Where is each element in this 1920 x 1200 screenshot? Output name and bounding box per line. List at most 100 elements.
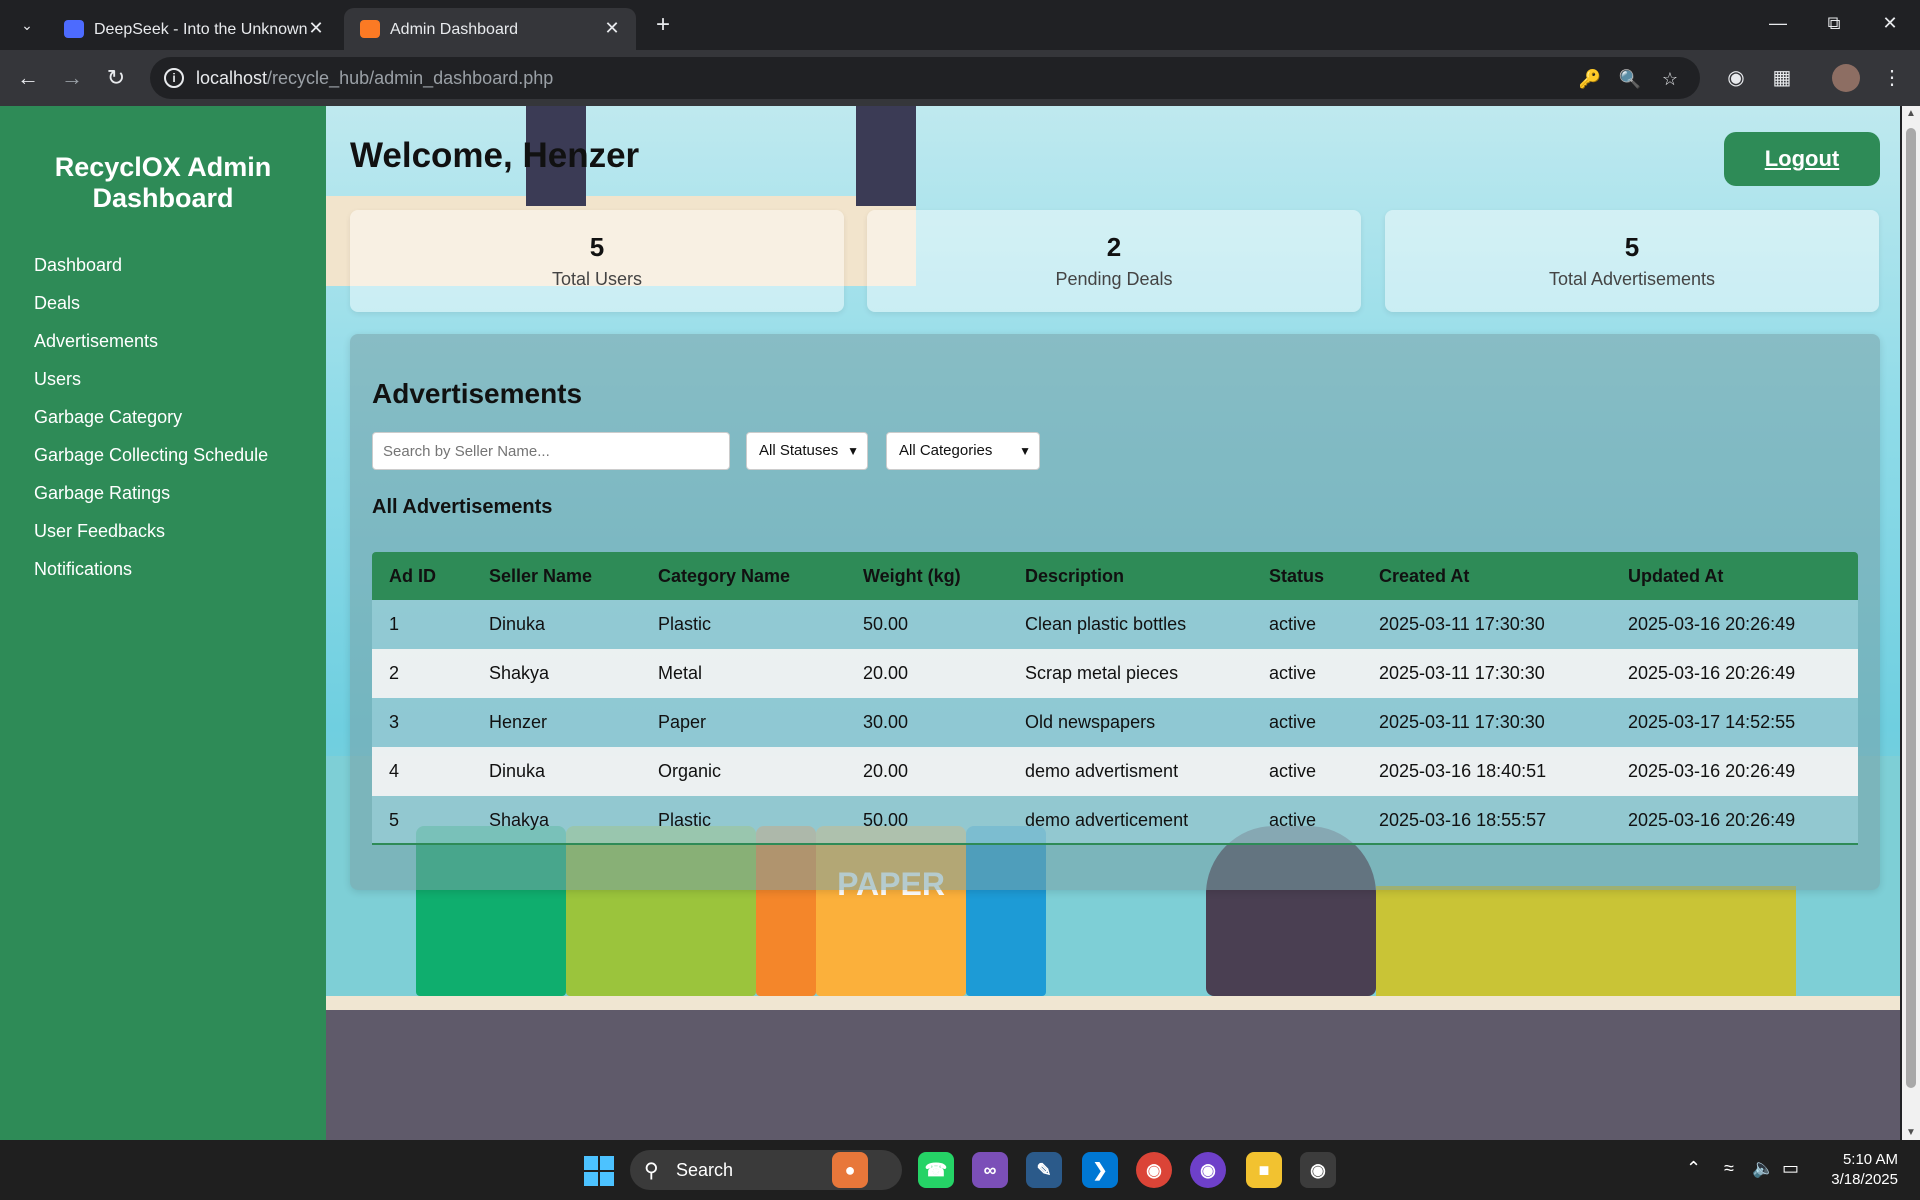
status-filter-select[interactable]: All Statuses ▼ xyxy=(746,432,868,470)
table-cell: Dinuka xyxy=(489,614,546,634)
table-header: Ad ID Seller Name Category Name Weight (… xyxy=(372,552,1858,600)
chrome-active-icon[interactable]: ◉ xyxy=(1300,1152,1336,1188)
site-info-icon[interactable]: i xyxy=(164,68,184,88)
more-menu-icon[interactable]: ⋮ xyxy=(1878,64,1906,92)
advertisements-heading: Advertisements xyxy=(372,378,583,409)
category-filter-value: All Categories xyxy=(899,442,993,459)
main-content: PAPER Welcome, Henzer Logout 5 Total Use… xyxy=(326,106,1900,1140)
sidebar-nav: Dashboard Deals Advertisements Users Gar… xyxy=(34,246,268,588)
visual-studio-icon[interactable]: ∞ xyxy=(972,1152,1008,1188)
column-header: Ad ID xyxy=(389,566,436,586)
speaker-icon[interactable]: 🔈 xyxy=(1752,1158,1774,1179)
browser-toolbar: ← → ↻ i localhost/recycle_hub/admin_dash… xyxy=(0,50,1920,106)
reload-icon[interactable]: ↻ xyxy=(102,64,130,92)
incognito-profile-icon[interactable]: ◉ xyxy=(1722,64,1750,92)
deepseek-whale-icon xyxy=(64,20,84,38)
tab-search-chevron-icon[interactable]: ⌄ xyxy=(14,12,40,38)
sidebar-item-dashboard[interactable]: Dashboard xyxy=(34,246,268,284)
category-filter-select[interactable]: All Categories ▼ xyxy=(886,432,1040,470)
profile-avatar[interactable] xyxy=(1832,64,1860,92)
bookmark-star-icon[interactable]: ☆ xyxy=(1658,67,1682,91)
close-icon[interactable]: ✕ xyxy=(304,16,328,40)
sidebar-item-garbage-ratings[interactable]: Garbage Ratings xyxy=(34,474,268,512)
table-cell: 4 xyxy=(389,761,400,781)
stat-value: 2 xyxy=(1106,232,1122,262)
advertisements-table: Ad ID Seller Name Category Name Weight (… xyxy=(372,552,1858,845)
page-scrollbar[interactable]: ▲ ▼ xyxy=(1902,106,1920,1140)
github-desktop-icon[interactable]: ◉ xyxy=(1190,1152,1226,1188)
scroll-down-arrow-icon[interactable]: ▼ xyxy=(1902,1127,1920,1138)
column-header: Updated At xyxy=(1628,566,1724,586)
zoom-icon[interactable]: 🔍 xyxy=(1618,67,1642,91)
wifi-icon[interactable]: ≈ xyxy=(1724,1158,1734,1179)
table-cell: 5 xyxy=(389,810,400,830)
seller-search-input[interactable] xyxy=(372,432,730,470)
table-cell: active xyxy=(1269,761,1317,781)
sidebar-item-advertisements[interactable]: Advertisements xyxy=(34,322,268,360)
window-close-icon[interactable]: ✕ xyxy=(1870,8,1910,38)
minimize-icon[interactable]: — xyxy=(1758,8,1798,38)
column-header: Category Name xyxy=(658,566,791,586)
tray-overflow-chevron-icon[interactable]: ⌃ xyxy=(1686,1158,1701,1179)
basketball-widget-icon[interactable]: ● xyxy=(832,1152,868,1188)
whatsapp-icon[interactable]: ☎ xyxy=(918,1152,954,1188)
table-cell: 1 xyxy=(389,614,400,634)
table-cell: Shakya xyxy=(489,663,550,683)
sidebar: RecyclOX Admin Dashboard Dashboard Deals… xyxy=(0,106,326,1140)
table-cell: 2025-03-11 17:30:30 xyxy=(1379,712,1545,732)
stat-card-pending-deals: 2 Pending Deals xyxy=(867,210,1361,312)
chrome-icon[interactable]: ◉ xyxy=(1136,1152,1172,1188)
stat-label: Total Advertisements xyxy=(1548,269,1716,289)
address-bar[interactable]: i localhost/recycle_hub/admin_dashboard.… xyxy=(150,57,1700,99)
tab-deepseek[interactable]: DeepSeek - Into the Unknown ✕ xyxy=(48,8,340,50)
table-row: 3 Henzer Paper 30.00 Old newspapers acti… xyxy=(372,698,1858,747)
vscode-icon[interactable]: ❯ xyxy=(1082,1152,1118,1188)
all-advertisements-subheading: All Advertisements xyxy=(372,496,553,518)
sidebar-item-garbage-schedule[interactable]: Garbage Collecting Schedule xyxy=(34,436,268,474)
taskbar-search-label: Search xyxy=(676,1160,734,1180)
table-cell: 2025-03-16 18:40:51 xyxy=(1379,761,1547,781)
password-key-icon[interactable]: 🔑 xyxy=(1578,67,1602,91)
chevron-down-icon: ▼ xyxy=(1019,444,1031,458)
close-icon[interactable]: ✕ xyxy=(600,16,624,40)
url-text[interactable]: localhost/recycle_hub/admin_dashboard.ph… xyxy=(196,68,553,89)
battery-icon[interactable]: ▭ xyxy=(1782,1158,1799,1179)
logout-button[interactable]: Logout xyxy=(1724,132,1880,186)
sidebar-item-user-feedbacks[interactable]: User Feedbacks xyxy=(34,512,268,550)
stat-value: 5 xyxy=(1624,232,1640,262)
table-row: 4 Dinuka Organic 20.00 demo advertisment… xyxy=(372,747,1858,796)
forward-arrow-icon[interactable]: → xyxy=(58,64,86,92)
column-header: Status xyxy=(1269,566,1325,586)
clock-time: 5:10 AM xyxy=(1842,1151,1898,1168)
table-cell: 20.00 xyxy=(863,761,909,781)
table-cell: demo adverticement xyxy=(1025,810,1189,830)
stat-label: Pending Deals xyxy=(1055,269,1173,289)
xampp-icon xyxy=(360,20,380,38)
windows-start-icon[interactable] xyxy=(584,1156,614,1186)
sidebar-item-users[interactable]: Users xyxy=(34,360,268,398)
tab-admin-dashboard[interactable]: Admin Dashboard ✕ xyxy=(344,8,636,50)
search-icon: ⚲ xyxy=(644,1160,659,1182)
file-explorer-icon[interactable]: ■ xyxy=(1246,1152,1282,1188)
table-cell: 50.00 xyxy=(863,614,909,634)
stat-value: 5 xyxy=(589,232,605,262)
sidebar-item-garbage-category[interactable]: Garbage Category xyxy=(34,398,268,436)
taskbar-clock[interactable]: 5:10 AM 3/18/2025 xyxy=(1818,1150,1898,1190)
sidebar-item-deals[interactable]: Deals xyxy=(34,284,268,322)
table-cell: 2 xyxy=(389,663,400,683)
extensions-puzzle-icon[interactable]: ▦ xyxy=(1768,64,1796,92)
table-cell: 2025-03-16 20:26:49 xyxy=(1628,810,1796,830)
new-tab-plus-icon[interactable]: + xyxy=(650,12,676,38)
table-cell: Metal xyxy=(658,663,703,683)
table-cell: active xyxy=(1269,712,1317,732)
clock-date: 3/18/2025 xyxy=(1831,1171,1898,1188)
restore-icon[interactable]: ⧉ xyxy=(1814,8,1854,38)
table-cell: Organic xyxy=(658,761,722,781)
back-arrow-icon[interactable]: ← xyxy=(14,64,42,92)
scroll-up-arrow-icon[interactable]: ▲ xyxy=(1902,108,1920,119)
sidebar-item-notifications[interactable]: Notifications xyxy=(34,550,268,588)
status-filter-value: All Statuses xyxy=(759,442,839,459)
code-editor-icon[interactable]: ✎ xyxy=(1026,1152,1062,1188)
scrollbar-thumb[interactable] xyxy=(1906,128,1916,1088)
column-header: Weight (kg) xyxy=(863,566,961,586)
